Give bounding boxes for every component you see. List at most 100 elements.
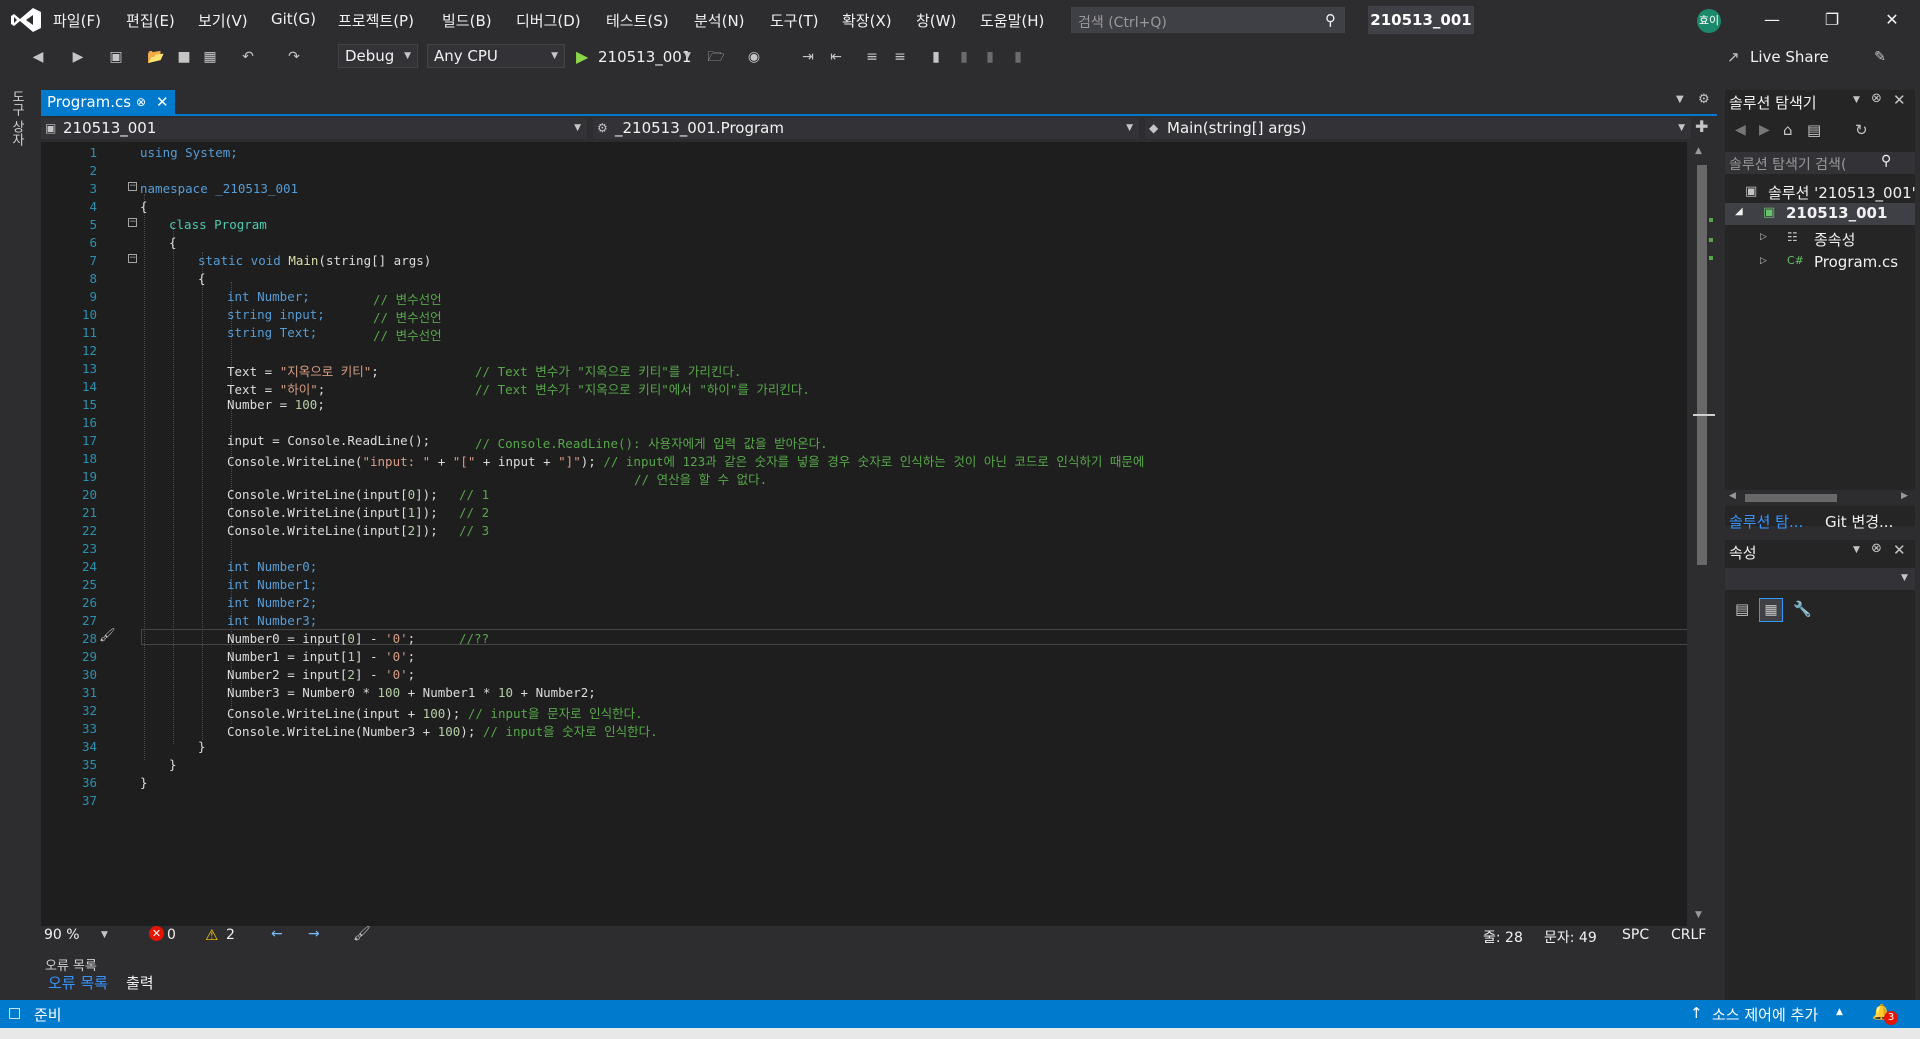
avatar[interactable]: 효이 [1697, 9, 1721, 33]
tab-list-dropdown-icon[interactable]: ▼ [1676, 94, 1684, 105]
member-dropdown[interactable]: ◆ Main(string[] args) ▼ [1145, 118, 1691, 139]
prev-issue-icon[interactable]: ← [271, 926, 283, 942]
categorized-icon[interactable]: ▤ [1735, 600, 1749, 618]
indent-icon[interactable]: ≡ [890, 48, 910, 66]
menu-extensions[interactable]: 확장(X) [842, 10, 892, 31]
char-indicator[interactable]: 문자: 49 [1544, 927, 1597, 947]
add-to-source-control-button[interactable]: 소스 제어에 추가 [1712, 1004, 1818, 1025]
gear-icon[interactable]: ⚙ [1698, 92, 1710, 107]
open-folder-icon[interactable]: 📂 [146, 48, 166, 66]
tree-item-program-cs[interactable]: Program.cs [1814, 253, 1898, 271]
minimize-icon[interactable]: — [1752, 8, 1792, 32]
next-bookmark-icon[interactable]: ▮ [980, 48, 1000, 66]
whitespace-indicator[interactable]: SPC [1622, 927, 1649, 943]
tab-git-changes[interactable]: Git 변경... [1825, 511, 1893, 532]
menu-test[interactable]: 테스트(S) [606, 10, 669, 31]
collapse-icon[interactable]: − [128, 182, 137, 191]
expanded-icon[interactable]: ◢ [1735, 206, 1743, 217]
warning-count[interactable]: 2 [226, 927, 235, 943]
menu-help[interactable]: 도움말(H) [980, 10, 1044, 31]
menu-build[interactable]: 빌드(B) [442, 10, 492, 31]
tab-program-cs[interactable]: Program.cs ⊗ ✕ [41, 90, 175, 114]
menu-analyze[interactable]: 분석(N) [694, 10, 745, 31]
step-into-icon[interactable]: ⇥ [798, 48, 818, 66]
prev-bookmark-icon[interactable]: ▮ [954, 48, 974, 66]
scrollbar-thumb[interactable] [1697, 165, 1707, 565]
live-share-button[interactable]: Live Share [1750, 48, 1829, 66]
pin-icon[interactable]: ⊗ [136, 90, 146, 114]
hot-reload-icon[interactable]: ◉ [744, 48, 764, 66]
alphabetical-icon[interactable]: ▦ [1759, 598, 1783, 622]
pin-icon[interactable]: ⊗ [1871, 541, 1882, 556]
chevron-down-icon[interactable]: ▼ [684, 51, 691, 61]
back-icon[interactable]: ◀ [28, 48, 48, 66]
menu-edit[interactable]: 편집(E) [126, 10, 175, 31]
horizontal-scrollbar[interactable]: ◀ ▶ [1725, 490, 1915, 506]
close-icon[interactable]: ✕ [1893, 541, 1906, 559]
chevron-down-icon[interactable]: ▼ [1853, 545, 1860, 555]
scroll-right-icon[interactable]: ▶ [1901, 491, 1908, 501]
bookmark-icon[interactable]: ▮ [926, 48, 946, 66]
tree-item-solution[interactable]: 솔루션 '210513_001' ( [1768, 182, 1920, 203]
menu-view[interactable]: 보기(V) [198, 10, 248, 31]
code-editor[interactable]: − − − 🖌 1 2 3 4 5 6 7 8 9 10 11 12 13 14 15 16 17 18 19 20 2… [41, 142, 1687, 926]
browse-folder-icon[interactable]: 🗁 [706, 48, 726, 66]
forward-icon[interactable]: ▶ [1759, 122, 1770, 138]
wrench-icon[interactable]: 🔧 [1793, 600, 1812, 618]
live-share-icon[interactable]: ↗ [1727, 48, 1740, 66]
chevron-up-icon[interactable]: ▲ [1836, 1007, 1843, 1017]
collapsed-icon[interactable]: ▷ [1760, 232, 1767, 242]
menu-file[interactable]: 파일(F) [53, 10, 101, 31]
scrollbar-thumb[interactable] [1745, 494, 1837, 502]
forward-icon[interactable]: ▶ [68, 48, 88, 66]
chevron-down-icon[interactable]: ▼ [1853, 95, 1860, 105]
tree-item-dependencies[interactable]: 종속성 [1814, 229, 1855, 250]
home-icon[interactable]: ⌂ [1783, 121, 1793, 139]
quick-actions-icon[interactable]: 🖌 [99, 628, 116, 643]
switch-views-icon[interactable]: ▤ [1807, 121, 1821, 139]
collapse-icon[interactable]: − [128, 218, 137, 227]
menu-debug[interactable]: 디버그(D) [516, 10, 581, 31]
pin-icon[interactable]: ⊗ [1871, 91, 1882, 106]
line-indicator[interactable]: 줄: 28 [1483, 927, 1523, 947]
back-icon[interactable]: ◀ [1735, 122, 1746, 138]
scroll-up-icon[interactable]: ▲ [1695, 146, 1702, 156]
chevron-down-icon[interactable]: ▼ [101, 930, 108, 940]
clear-bookmarks-icon[interactable]: ▮ [1008, 48, 1028, 66]
code-cleanup-icon[interactable]: 🖌 [353, 926, 371, 942]
start-debug-icon[interactable]: ▶ [576, 47, 588, 66]
new-project-icon[interactable]: ▣ [106, 48, 126, 66]
save-icon[interactable]: ■ [174, 48, 194, 66]
menu-window[interactable]: 창(W) [916, 10, 956, 31]
scroll-down-icon[interactable]: ▼ [1695, 910, 1702, 920]
history-icon[interactable]: ↻ [1855, 121, 1868, 139]
outdent-icon[interactable]: ≡ [862, 48, 882, 66]
next-issue-icon[interactable]: → [308, 926, 320, 942]
tab-solution-explorer[interactable]: 솔루션 탐... [1729, 511, 1803, 532]
config-dropdown[interactable]: Debug ▼ [338, 44, 418, 68]
undo-icon[interactable]: ↶ [238, 48, 258, 66]
close-icon[interactable]: ✕ [156, 90, 169, 114]
menu-tools[interactable]: 도구(T) [770, 10, 818, 31]
line-ending-indicator[interactable]: CRLF [1671, 927, 1706, 943]
menu-project[interactable]: 프로젝트(P) [338, 10, 414, 31]
start-debug-button[interactable]: 210513_001 [598, 48, 691, 66]
feedback-icon[interactable]: ✎ [1870, 48, 1890, 66]
toolbox-tab[interactable]: 도구 상자 [9, 90, 26, 146]
split-window-icon[interactable]: ✚ [1695, 117, 1708, 136]
tab-output[interactable]: 출력 [126, 972, 154, 993]
scroll-left-icon[interactable]: ◀ [1729, 491, 1736, 501]
error-count[interactable]: 0 [167, 927, 176, 943]
search-input[interactable]: 검색 (Ctrl+Q) ⚲ [1071, 7, 1345, 33]
restore-icon[interactable]: ❐ [1812, 8, 1852, 32]
object-selector-dropdown[interactable]: ▼ [1725, 568, 1915, 590]
project-dropdown[interactable]: ▣ 210513_001 ▼ [41, 118, 587, 139]
platform-dropdown[interactable]: Any CPU ▼ [427, 44, 565, 68]
zoom-dropdown[interactable]: 90 % [44, 927, 80, 943]
redo-icon[interactable]: ↷ [284, 48, 304, 66]
menu-git[interactable]: Git(G) [271, 10, 316, 28]
class-dropdown[interactable]: ⚙ _210513_001.Program ▼ [593, 118, 1139, 139]
step-over-icon[interactable]: ⇤ [826, 48, 846, 66]
close-icon[interactable]: ✕ [1893, 91, 1906, 109]
tree-item-project-selected[interactable]: ◢ ▣ 210513_001 [1725, 203, 1915, 225]
